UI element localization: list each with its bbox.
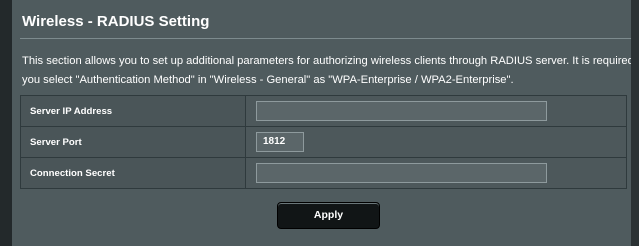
server-port-row: Server Port 1812: [20, 126, 627, 158]
server-ip-cell: [245, 95, 627, 127]
description-line-1: This section allows you to set up additi…: [22, 55, 639, 67]
connection-secret-cell: [245, 157, 627, 189]
server-port-label: Server Port: [20, 126, 246, 158]
right-scrollbar-edge[interactable]: [631, 0, 639, 246]
radius-form-table: Server IP Address Server Port 1812 Conne…: [20, 95, 627, 189]
connection-secret-label: Connection Secret: [20, 157, 246, 189]
radius-settings-page: Wireless - RADIUS Setting This section a…: [0, 0, 639, 246]
connection-secret-input[interactable]: [256, 163, 547, 183]
section-description: This section allows you to set up additi…: [22, 52, 639, 90]
apply-button[interactable]: Apply: [277, 202, 380, 229]
server-ip-label: Server IP Address: [20, 95, 246, 127]
server-ip-row: Server IP Address: [20, 95, 627, 127]
connection-secret-row: Connection Secret: [20, 157, 627, 189]
server-ip-input[interactable]: [256, 101, 547, 121]
server-port-cell: 1812: [245, 126, 627, 158]
page-title: Wireless - RADIUS Setting: [22, 13, 210, 30]
title-divider: [20, 38, 631, 39]
settings-panel: Wireless - RADIUS Setting This section a…: [12, 0, 639, 246]
server-port-input[interactable]: 1812: [256, 132, 304, 152]
left-sidebar-edge: [0, 0, 12, 246]
description-line-2: you select "Authentication Method" in "W…: [22, 74, 514, 86]
